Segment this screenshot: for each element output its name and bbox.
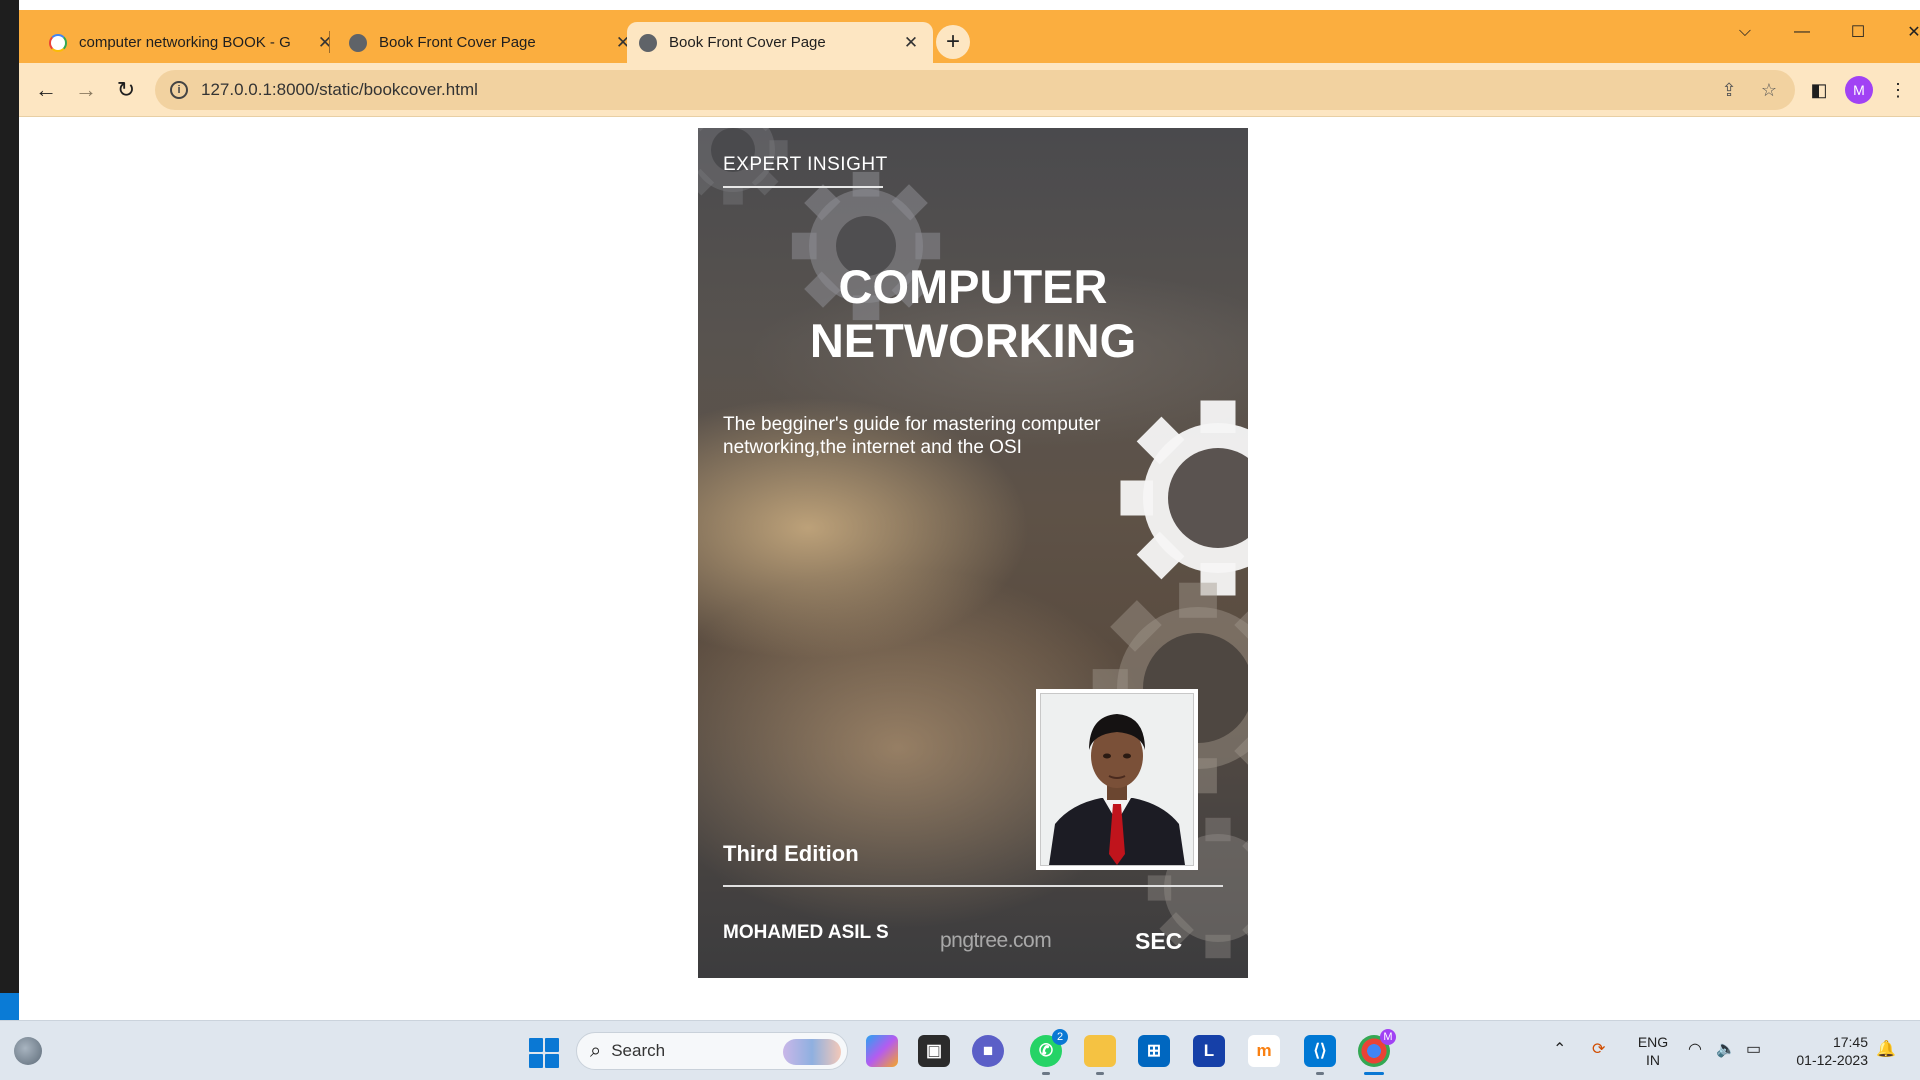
whatsapp-icon[interactable]: ✆ 2 — [1030, 1029, 1068, 1075]
tab-title: computer networking BOOK - G — [79, 34, 291, 51]
tab-title: Book Front Cover Page — [379, 34, 536, 51]
book-title: COMPUTER NETWORKING — [698, 260, 1248, 368]
close-icon[interactable]: ✕ — [315, 33, 335, 53]
author-portrait-graphic — [1041, 694, 1193, 865]
address-bar[interactable]: i 127.0.0.1:8000/static/bookcover.html ⇪… — [155, 70, 1795, 110]
forward-arrow-icon[interactable]: → — [71, 75, 101, 105]
lang-code: ENG — [1637, 1034, 1669, 1050]
tab-title: Book Front Cover Page — [669, 34, 826, 51]
profile-avatar[interactable]: M — [1845, 76, 1873, 104]
taskbar-search-label: Search — [611, 1041, 666, 1060]
start-icon[interactable] — [529, 1038, 559, 1068]
globe-icon — [639, 33, 657, 52]
chrome-icon[interactable]: M — [1358, 1029, 1396, 1075]
book-author: MOHAMED ASIL S — [723, 922, 889, 943]
vscode-icon[interactable]: ⟨⟩ — [1304, 1035, 1336, 1075]
teams-icon[interactable]: ■ — [972, 1035, 1004, 1067]
book-cover: EXPERT INSIGHT COMPUTER NETWORKING The b… — [698, 128, 1248, 978]
bookmark-star-icon[interactable]: ☆ — [1758, 79, 1780, 101]
notification-bell-icon[interactable]: 🔔 — [1876, 1039, 1896, 1059]
globe-icon — [349, 33, 367, 52]
kicker-divider — [723, 186, 883, 188]
author-photo — [1036, 689, 1198, 870]
menu-kebab-icon[interactable]: ⋮ — [1885, 77, 1911, 103]
battery-icon[interactable]: ▭ — [1746, 1039, 1761, 1059]
background-app-status-bar — [0, 993, 19, 1020]
whatsapp-notification-badge: 2 — [1052, 1029, 1068, 1045]
book-title-line2: NETWORKING — [809, 314, 1137, 367]
maximize-icon[interactable]: ☐ — [1835, 18, 1881, 46]
clock-date: 01-12-2023 — [1796, 1052, 1868, 1068]
search-icon: ⌕ — [590, 1039, 602, 1062]
book-publisher: SEC — [1135, 928, 1183, 954]
sync-icon[interactable]: ⟳ — [1592, 1039, 1605, 1059]
clock-time: 17:45 — [1832, 1034, 1868, 1050]
chevron-up-icon[interactable]: ⌃ — [1553, 1039, 1566, 1059]
side-panel-icon[interactable]: ◧ — [1806, 77, 1832, 103]
image-watermark: pngtree.com — [940, 929, 1052, 952]
l-app-icon[interactable]: L — [1193, 1035, 1225, 1067]
url-text[interactable]: 127.0.0.1:8000/static/bookcover.html — [201, 80, 478, 100]
edition-divider — [723, 885, 1223, 887]
input-language-indicator[interactable]: ENG IN — [1636, 1033, 1670, 1069]
moodle-icon[interactable]: m — [1248, 1035, 1280, 1067]
lang-region: IN — [1646, 1052, 1660, 1068]
wifi-icon[interactable]: ◠ — [1688, 1039, 1702, 1059]
tab-search-chevron-icon[interactable]: ⌵ — [1722, 18, 1768, 46]
task-view-icon[interactable]: ▣ — [918, 1035, 950, 1067]
tab-book-cover-active[interactable]: Book Front Cover Page ✕ — [627, 22, 933, 63]
google-g-icon — [49, 33, 67, 52]
tab-google-search[interactable]: computer networking BOOK - G ✕ — [37, 22, 347, 63]
running-indicator — [1316, 1072, 1324, 1075]
copilot-icon[interactable] — [866, 1035, 898, 1067]
system-clock[interactable]: 17:45 01-12-2023 — [1782, 1033, 1868, 1069]
tab-strip: computer networking BOOK - G ✕ Book Fron… — [19, 10, 1920, 63]
tab-book-cover-1[interactable]: Book Front Cover Page ✕ — [337, 22, 645, 63]
book-edition: Third Edition — [723, 841, 859, 866]
minimize-icon[interactable]: — — [1779, 18, 1825, 46]
window-close-icon[interactable]: ✕ — [1891, 18, 1920, 46]
running-indicator — [1096, 1072, 1104, 1075]
cover-kicker: EXPERT INSIGHT — [723, 154, 888, 175]
new-tab-button[interactable]: + — [936, 25, 970, 59]
book-title-line1: COMPUTER — [838, 260, 1108, 313]
book-subtitle: The begginer's guide for mastering compu… — [723, 414, 1101, 458]
running-indicator — [1042, 1072, 1050, 1075]
back-arrow-icon[interactable]: ← — [31, 75, 61, 105]
reload-icon[interactable]: ↻ — [111, 75, 141, 105]
windows-taskbar: ⌕ Search ▣ ■ ✆ 2 ⊞ L m ⟨⟩ M ⌃ ⟳ ENG IN ◠… — [0, 1020, 1920, 1080]
microsoft-store-icon[interactable]: ⊞ — [1138, 1035, 1170, 1067]
volume-icon[interactable]: 🔈 — [1716, 1039, 1736, 1059]
chrome-profile-badge: M — [1380, 1029, 1396, 1045]
site-info-icon[interactable]: i — [170, 81, 188, 99]
background-app-edge — [0, 0, 19, 1020]
share-icon[interactable]: ⇪ — [1718, 79, 1740, 101]
taskbar-search-box[interactable]: ⌕ Search — [576, 1032, 848, 1070]
browser-toolbar: ← → ↻ i 127.0.0.1:8000/static/bookcover.… — [19, 63, 1920, 117]
active-indicator — [1364, 1072, 1384, 1075]
widgets-icon[interactable] — [14, 1037, 42, 1065]
search-highlight-graphic — [783, 1039, 841, 1065]
file-explorer-icon[interactable] — [1084, 1035, 1116, 1075]
tab-separator — [329, 31, 330, 53]
close-icon[interactable]: ✕ — [901, 33, 921, 53]
